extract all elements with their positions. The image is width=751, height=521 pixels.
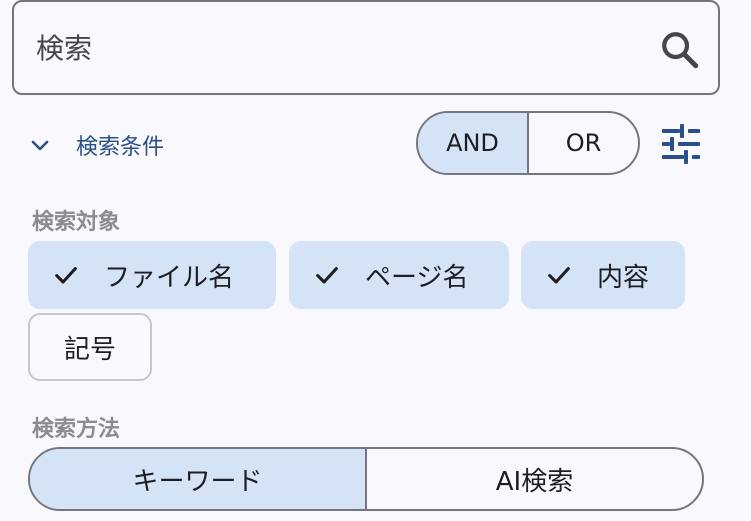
- check-icon: [55, 267, 77, 284]
- tune-icon[interactable]: [660, 124, 702, 164]
- chip-label: ファイル名: [104, 262, 235, 293]
- search-target-title: 検索対象: [32, 210, 121, 235]
- method-keyword-button[interactable]: キーワード: [30, 449, 365, 509]
- chip-label: 内容: [597, 262, 650, 293]
- search-method-title: 検索方法: [32, 417, 121, 442]
- search-icon[interactable]: [659, 29, 701, 71]
- check-icon: [548, 267, 570, 284]
- chip-file-name[interactable]: ファイル名: [28, 241, 276, 309]
- search-method-segmented-button[interactable]: キーワード AI検索: [28, 447, 704, 511]
- chip-label: ページ名: [365, 262, 469, 293]
- search-conditions-label: 検索条件: [76, 135, 165, 160]
- chip-label: 記号: [63, 334, 116, 365]
- method-ai-search-button[interactable]: AI検索: [367, 449, 702, 509]
- check-icon: [316, 267, 338, 284]
- chevron-down-icon: [31, 140, 49, 151]
- chip-content[interactable]: 内容: [521, 241, 685, 309]
- logic-segmented-button[interactable]: AND OR: [416, 111, 640, 175]
- chip-symbol[interactable]: 記号: [28, 313, 152, 381]
- chip-page-name[interactable]: ページ名: [289, 241, 509, 309]
- logic-and-button[interactable]: AND: [418, 113, 527, 173]
- search-conditions-toggle[interactable]: 検索条件: [28, 122, 188, 168]
- search-input[interactable]: [36, 24, 636, 72]
- logic-or-button[interactable]: OR: [529, 113, 638, 173]
- search-field[interactable]: [12, 0, 720, 95]
